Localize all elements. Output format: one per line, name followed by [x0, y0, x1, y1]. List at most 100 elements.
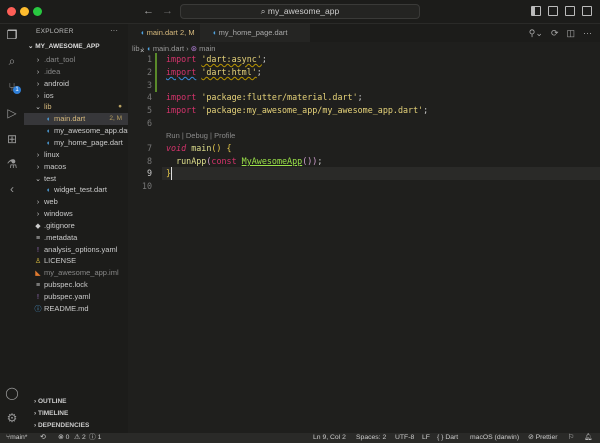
tree-item[interactable]: ≡ pubspec.lock: [24, 279, 128, 291]
search-text: my_awesome_app: [267, 6, 340, 16]
breadcrumb-file[interactable]: main.dart: [153, 44, 184, 53]
minimize-window-button[interactable]: [20, 7, 29, 16]
breadcrumb-folder[interactable]: lib: [132, 44, 140, 53]
more-icon[interactable]: ···: [583, 28, 592, 39]
current-line-highlight: [162, 167, 600, 180]
sync-icon[interactable]: ⟲: [40, 433, 46, 443]
tree-item-label: my_awesome_app.dart: [54, 126, 132, 136]
tree-item[interactable]: › android: [24, 78, 128, 90]
code-line-9[interactable]: }: [166, 167, 173, 180]
line-number: 2: [146, 67, 152, 77]
tab-bar: ◖ main.dart 2, M × ◖ my_home_page.dart ⚲…: [128, 24, 600, 55]
git-status-badge: ●: [118, 103, 122, 111]
toggle-panel-icon[interactable]: [548, 6, 558, 16]
git-change-marker: [155, 53, 157, 92]
tree-item[interactable]: ◖ main.dart 2, M: [24, 113, 128, 126]
tree-item[interactable]: › .idea: [24, 66, 128, 78]
problems-errors[interactable]: ⊗ 0: [58, 433, 69, 443]
code-line-1[interactable]: import 'dart:async';: [166, 53, 267, 66]
tree-item[interactable]: › ios: [24, 90, 128, 102]
branch-indicator[interactable]: ⑂ main*: [6, 433, 27, 443]
language-mode[interactable]: { } Dart: [437, 433, 458, 443]
dart-file-icon: ◖: [146, 44, 151, 53]
cursor-position[interactable]: Ln 9, Col 2: [313, 433, 346, 443]
maximize-window-button[interactable]: [33, 7, 42, 16]
problems-info[interactable]: ⓘ 1: [89, 433, 101, 443]
more-actions-button[interactable]: ···: [110, 26, 118, 35]
flutter-icon[interactable]: ‹: [5, 182, 19, 196]
outline-section[interactable]: › OUTLINE: [34, 398, 67, 405]
tree-item[interactable]: ≡ .metadata: [24, 232, 128, 244]
hot-reload-icon[interactable]: ⟳: [551, 28, 559, 39]
split-editor-icon[interactable]: ◫: [566, 28, 575, 39]
tab-badge: 2, M: [179, 28, 195, 37]
code-line-2[interactable]: import 'dart:html';: [166, 66, 262, 79]
tree-item[interactable]: ◖ my_home_page.dart: [24, 137, 128, 149]
codelens-run-debug-profile[interactable]: Run | Debug | Profile: [166, 131, 235, 140]
timeline-section[interactable]: › TIMELINE: [34, 410, 68, 417]
workspace-root-label: MY_AWESOME_APP: [35, 43, 100, 50]
forward-button[interactable]: →: [162, 5, 173, 17]
tree-item[interactable]: ♙ LICENSE: [24, 255, 128, 267]
tree-item-label: widget_test.dart: [54, 185, 107, 195]
breadcrumb-symbol[interactable]: main: [199, 44, 215, 53]
tree-item[interactable]: ◖ widget_test.dart: [24, 184, 128, 196]
tab-main-dart[interactable]: ◖ main.dart 2, M ×: [128, 24, 200, 55]
tree-item[interactable]: › web: [24, 196, 128, 208]
search-icon[interactable]: ⌕: [5, 54, 19, 68]
tree-item-label: .metadata: [44, 232, 78, 242]
indentation[interactable]: Spaces: 2: [356, 433, 386, 443]
run-icon[interactable]: ⚲⌄: [529, 28, 543, 39]
title-bar: ← → ⌕ my_awesome_app: [0, 0, 600, 24]
dependencies-section[interactable]: › DEPENDENCIES: [34, 422, 89, 429]
tree-item[interactable]: › linux: [24, 149, 128, 161]
tree-item-label: ios: [44, 90, 54, 100]
tree-item[interactable]: ◣ my_awesome_app.iml: [24, 267, 128, 279]
feedback-icon[interactable]: ⚐: [568, 433, 574, 443]
command-center-search[interactable]: ⌕ my_awesome_app: [180, 4, 420, 19]
tree-item[interactable]: ⌄ test: [24, 173, 128, 185]
close-window-button[interactable]: [7, 7, 16, 16]
code-line-5[interactable]: import 'package:my_awesome_app/my_awesom…: [166, 104, 428, 117]
platform[interactable]: macOS (darwin): [470, 433, 519, 443]
activity-bar: ❐ ⌕ ⑂ 1 ▷ ⊞ ⚗ ‹ ◯ ⚙: [0, 24, 24, 433]
tab-my-home-page-dart[interactable]: ◖ my_home_page.dart: [200, 24, 310, 42]
toggle-sidebar-icon[interactable]: [531, 6, 541, 16]
status-bar: ⑂ main* ⟲ ⊗ 0 ⚠ 2 ⓘ 1 Ln 9, Col 2 Spaces…: [0, 433, 600, 443]
code-line-7[interactable]: void main() {: [166, 142, 232, 155]
explorer-title: EXPLORER: [36, 28, 74, 35]
settings-gear-icon[interactable]: ⚙: [5, 411, 19, 425]
end-of-line[interactable]: LF: [422, 433, 430, 443]
prettier-status[interactable]: ⊘ Prettier: [528, 433, 558, 443]
line-number: 10: [141, 181, 152, 191]
customize-layout-icon[interactable]: [582, 6, 592, 16]
toggle-secondary-sidebar-icon[interactable]: [565, 6, 575, 16]
testing-icon[interactable]: ⚗: [5, 157, 19, 171]
tree-item-label: macos: [44, 161, 67, 171]
notifications-bell-icon[interactable]: 🔔︎: [584, 433, 593, 443]
back-button[interactable]: ←: [143, 5, 154, 17]
tree-item[interactable]: › macos: [24, 161, 128, 173]
symbol-icon: ⊛: [190, 44, 198, 53]
tree-item[interactable]: ◖ my_awesome_app.dart: [24, 125, 132, 137]
code-line-4[interactable]: import 'package:flutter/material.dart';: [166, 91, 363, 104]
dart-file-icon: ◖: [212, 28, 217, 37]
workspace-root[interactable]: ⌄ MY_AWESOME_APP: [28, 42, 100, 50]
tab-label: main.dart: [146, 28, 178, 37]
account-icon[interactable]: ◯: [5, 386, 19, 400]
problems-warnings[interactable]: ⚠ 2: [74, 433, 86, 443]
tree-item-label: my_awesome_app.iml: [44, 268, 119, 278]
code-line-8[interactable]: runApp(const MyAwesomeApp());: [166, 155, 322, 168]
tree-item[interactable]: ! pubspec.yaml: [24, 291, 128, 303]
tree-item[interactable]: ⌄ lib ●: [24, 101, 128, 113]
tree-item-label: pubspec.lock: [44, 280, 88, 290]
tree-item[interactable]: › windows: [24, 208, 128, 220]
run-debug-icon[interactable]: ▷: [5, 106, 19, 120]
tree-item[interactable]: ! analysis_options.yaml: [24, 244, 128, 256]
tree-item[interactable]: ◆ .gitignore: [24, 220, 128, 232]
encoding[interactable]: UTF-8: [395, 433, 414, 443]
explorer-icon[interactable]: ❐: [5, 28, 19, 42]
tree-item[interactable]: › .dart_tool: [24, 54, 128, 66]
extensions-icon[interactable]: ⊞: [5, 132, 19, 146]
tree-item[interactable]: ⓘ README.md: [24, 303, 128, 315]
